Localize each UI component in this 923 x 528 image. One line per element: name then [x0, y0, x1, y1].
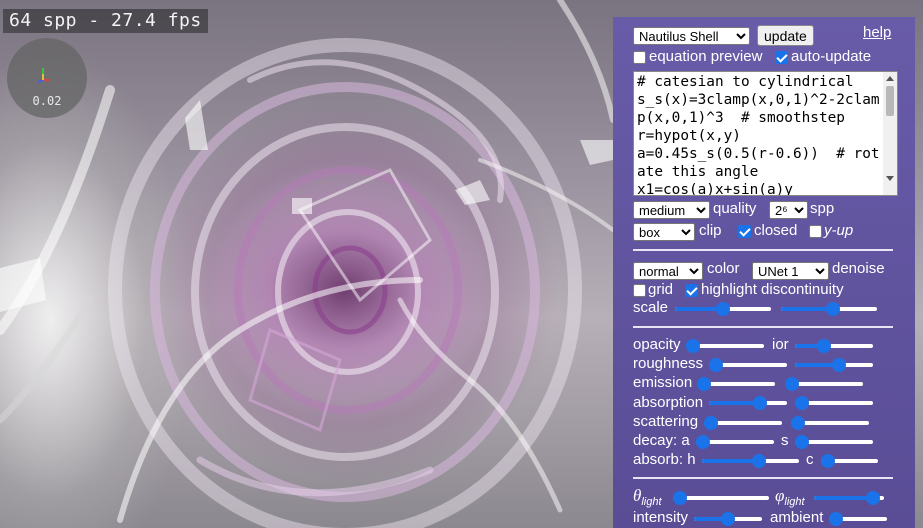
absorb-h-slider[interactable]	[702, 454, 799, 468]
ior-slider[interactable]	[795, 339, 873, 353]
slider-thumb[interactable]	[829, 512, 843, 526]
divider	[633, 326, 893, 328]
scale-label: scale	[633, 299, 669, 316]
slider-thumb[interactable]	[686, 339, 700, 353]
zoom-scale-readout: 0.02	[32, 94, 62, 108]
auto-update-checkbox[interactable]	[775, 51, 788, 64]
scale-slider-2[interactable]	[781, 302, 877, 316]
slider-thumb[interactable]	[832, 358, 847, 372]
scale-slider-1[interactable]	[675, 302, 771, 316]
color-label: color	[707, 260, 740, 277]
grid-label: grid	[648, 281, 674, 298]
y-up-checkbox[interactable]	[809, 225, 822, 238]
spp-label: spp	[810, 200, 835, 217]
slider-track[interactable]	[673, 496, 769, 500]
equation-preview-label: equation preview	[649, 48, 763, 65]
phi-light-label: φlight	[775, 486, 805, 509]
slider-fill	[709, 401, 760, 405]
scattering-slider-2[interactable]	[791, 416, 869, 430]
emission-slider-1[interactable]	[697, 377, 775, 391]
theta-light-label: θlight	[633, 486, 662, 509]
divider	[633, 249, 893, 251]
ior-label: ior	[772, 336, 789, 353]
absorb-c-label: c	[806, 451, 814, 468]
clip-label: clip	[699, 222, 722, 239]
slider-thumb[interactable]	[697, 377, 711, 391]
decay-a-label: decay: a	[633, 432, 690, 449]
divider	[633, 477, 893, 479]
opacity-slider[interactable]	[686, 339, 764, 353]
slider-fill	[702, 459, 759, 463]
highlight-discontinuity-label: highlight discontinuity	[701, 281, 844, 298]
decay-s-slider[interactable]	[795, 435, 873, 449]
equation-scrollbar[interactable]	[883, 72, 897, 195]
scroll-down-icon[interactable]	[886, 176, 894, 181]
scattering-label: scattering	[633, 413, 699, 430]
absorption-slider-1[interactable]	[709, 396, 787, 410]
slider-fill	[814, 496, 874, 500]
roughness-slider-1[interactable]	[709, 358, 787, 372]
closed-checkbox[interactable]	[738, 225, 751, 238]
quality-select[interactable]: medium	[633, 201, 710, 219]
help-link[interactable]: help	[863, 24, 891, 41]
denoise-select[interactable]: UNet 1	[752, 262, 829, 280]
slider-thumb[interactable]	[673, 491, 687, 505]
absorb-c-slider[interactable]	[821, 454, 878, 468]
slider-thumb[interactable]	[721, 512, 735, 526]
auto-update-label: auto-update	[791, 48, 872, 65]
slider-thumb[interactable]	[791, 416, 805, 430]
color-select[interactable]: normal	[633, 262, 703, 280]
slider-thumb[interactable]	[826, 302, 841, 316]
quality-label: quality	[713, 200, 757, 217]
intensity-slider[interactable]	[694, 512, 762, 526]
ambient-label: ambient	[770, 509, 824, 526]
slider-thumb[interactable]	[716, 302, 730, 316]
absorb-h-label: absorb: h	[633, 451, 696, 468]
decay-s-label: s	[781, 432, 789, 449]
y-up-label: y-up	[824, 222, 854, 239]
slider-thumb[interactable]	[709, 358, 723, 372]
scroll-thumb[interactable]	[886, 86, 894, 116]
grid-checkbox[interactable]	[633, 284, 646, 297]
slider-thumb[interactable]	[795, 435, 809, 449]
clip-select[interactable]: box	[633, 223, 695, 241]
roughness-label: roughness	[633, 355, 704, 372]
equation-editor[interactable]	[633, 71, 898, 196]
absorption-slider-2[interactable]	[795, 396, 873, 410]
decay-a-slider[interactable]	[696, 435, 774, 449]
preset-select[interactable]: Nautilus Shell	[633, 27, 750, 45]
fps-counter: 64 spp - 27.4 fps	[3, 9, 208, 33]
closed-label: closed	[754, 222, 798, 239]
equation-preview-checkbox[interactable]	[633, 51, 646, 64]
spp-select[interactable]: 2⁶	[769, 201, 808, 219]
update-button[interactable]: update	[757, 25, 814, 46]
ambient-slider[interactable]	[829, 512, 887, 526]
phi-light-slider[interactable]	[814, 491, 884, 505]
slider-thumb[interactable]	[751, 454, 766, 468]
scroll-up-icon[interactable]	[886, 76, 894, 81]
slider-thumb[interactable]	[866, 491, 881, 505]
slider-thumb[interactable]	[752, 396, 767, 410]
slider-thumb[interactable]	[817, 339, 832, 353]
slider-thumb[interactable]	[696, 435, 710, 449]
absorption-label: absorption	[633, 394, 704, 411]
roughness-slider-2[interactable]	[795, 358, 873, 372]
denoise-label: denoise	[832, 260, 885, 277]
intensity-label: intensity	[633, 509, 689, 526]
emission-slider-2[interactable]	[785, 377, 863, 391]
slider-thumb[interactable]	[704, 416, 718, 430]
emission-label: emission	[633, 374, 693, 391]
axis-gizmo[interactable]: 0.02	[7, 38, 87, 118]
slider-thumb[interactable]	[795, 396, 809, 410]
control-panel: Nautilus Shell update help equation prev…	[613, 17, 915, 528]
highlight-discontinuity-checkbox[interactable]	[685, 284, 698, 297]
scattering-slider-1[interactable]	[704, 416, 782, 430]
slider-thumb[interactable]	[821, 454, 835, 468]
theta-light-slider[interactable]	[673, 491, 769, 505]
slider-thumb[interactable]	[785, 377, 799, 391]
opacity-label: opacity	[633, 336, 681, 353]
